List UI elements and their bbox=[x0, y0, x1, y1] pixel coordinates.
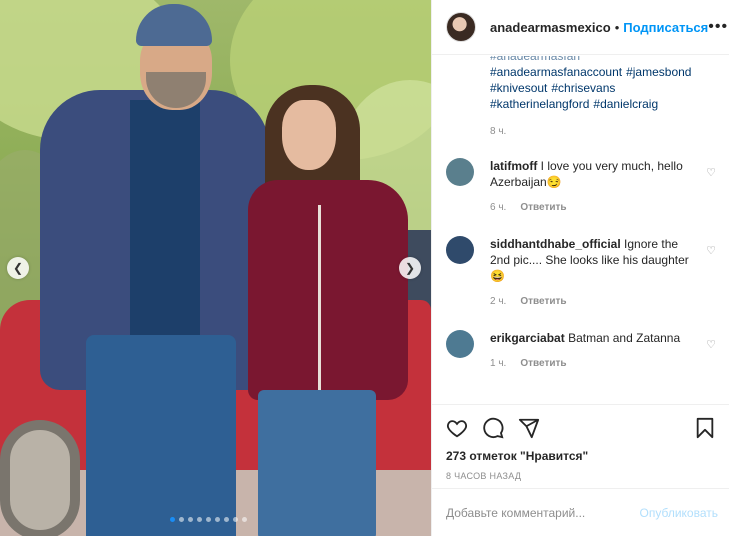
comment-time[interactable]: 1 ч. bbox=[490, 358, 506, 369]
hoodie-zipper bbox=[318, 205, 321, 390]
comment-emoji: 😏 bbox=[546, 175, 562, 189]
post-actions: 273 отметок "Нравится" 8 ЧАСОВ НАЗАД bbox=[432, 404, 729, 481]
comment-text: latifmoff I love you very much, hello Az… bbox=[490, 158, 690, 190]
post-header: anadearmasmexico • Подписаться ••• bbox=[432, 0, 729, 55]
hashtag-link[interactable]: #jamesbond bbox=[626, 65, 691, 79]
hashtag-link[interactable]: #chrisevans bbox=[551, 81, 615, 95]
post-username[interactable]: anadearmasmexico bbox=[490, 20, 611, 35]
woman-face bbox=[282, 100, 336, 170]
follow-button[interactable]: Подписаться bbox=[623, 20, 708, 35]
post-timestamp[interactable]: 8 ЧАСОВ НАЗАД bbox=[446, 471, 716, 481]
comment-time[interactable]: 2 ч. bbox=[490, 296, 506, 307]
bookmark-icon[interactable] bbox=[694, 417, 716, 439]
comment-emoji: 😆 bbox=[490, 269, 505, 283]
comment-username[interactable]: siddhantdhabe_official bbox=[490, 237, 621, 251]
action-bar bbox=[446, 413, 716, 443]
carousel-dot bbox=[206, 517, 211, 522]
comment-item: erikgarciabat Batman and Zatanna 1 ч. От… bbox=[446, 330, 722, 369]
comment-body: Batman and Zatanna bbox=[568, 331, 681, 345]
post-photo[interactable]: ❮ ❯ bbox=[0, 0, 431, 536]
caption-time[interactable]: 8 ч. bbox=[490, 126, 716, 137]
comment-username[interactable]: latifmoff bbox=[490, 159, 537, 173]
comment-username[interactable]: erikgarciabat bbox=[490, 331, 565, 345]
more-dots-icon[interactable]: ••• bbox=[708, 18, 728, 36]
truck-wheel bbox=[0, 420, 80, 536]
avatar[interactable] bbox=[446, 236, 474, 264]
comment-time[interactable]: 6 ч. bbox=[490, 202, 506, 213]
hashtag-link[interactable]: #anadearmasfanaccount bbox=[490, 65, 622, 79]
likes-count[interactable]: 273 отметок "Нравится" bbox=[446, 449, 716, 463]
separator-dot: • bbox=[614, 19, 620, 35]
hashtag-list: #anadearmasfanaccount #jamesbond #kniveso… bbox=[490, 64, 716, 112]
comment-text: siddhantdhabe_official Ignore the 2nd pi… bbox=[490, 236, 690, 284]
comment-meta: 6 ч. Ответить bbox=[490, 202, 722, 213]
woman-jeans bbox=[258, 390, 376, 536]
chevron-left-icon[interactable]: ❮ bbox=[7, 257, 29, 279]
post-panel: anadearmasmexico • Подписаться ••• #anad… bbox=[431, 0, 729, 536]
carousel-dot bbox=[197, 517, 202, 522]
avatar[interactable] bbox=[446, 158, 474, 186]
add-comment-bar: Опубликовать bbox=[432, 488, 729, 536]
avatar[interactable] bbox=[446, 330, 474, 358]
carousel-dot bbox=[179, 517, 184, 522]
carousel-dot bbox=[170, 517, 175, 522]
comment-item: siddhantdhabe_official Ignore the 2nd pi… bbox=[446, 236, 722, 307]
comment-input[interactable] bbox=[446, 505, 640, 520]
heart-icon[interactable]: ♡ bbox=[706, 166, 716, 179]
reply-button[interactable]: Ответить bbox=[520, 358, 566, 369]
caption: #anadearmasfan #anadearmasfanaccount #jam… bbox=[432, 56, 729, 137]
comment-meta: 2 ч. Ответить bbox=[490, 296, 722, 307]
comment-text: erikgarciabat Batman and Zatanna bbox=[490, 330, 690, 346]
reply-button[interactable]: Ответить bbox=[520, 202, 566, 213]
carousel-dot bbox=[224, 517, 229, 522]
avatar[interactable] bbox=[446, 12, 476, 42]
hashtag-link[interactable]: #katherinelangford bbox=[490, 97, 589, 111]
hashtag-link[interactable]: #danielcraig bbox=[593, 97, 658, 111]
carousel-dots bbox=[170, 517, 247, 522]
publish-button[interactable]: Опубликовать bbox=[640, 506, 718, 520]
heart-icon[interactable] bbox=[446, 417, 468, 439]
reply-button[interactable]: Ответить bbox=[520, 296, 566, 307]
carousel-dot bbox=[215, 517, 220, 522]
comments-list[interactable]: #anadearmasfan #anadearmasfanaccount #jam… bbox=[432, 56, 729, 404]
carousel-dot bbox=[233, 517, 238, 522]
carousel-dot bbox=[242, 517, 247, 522]
woman-hoodie bbox=[248, 180, 408, 400]
hashtag-link[interactable]: #knivesout bbox=[490, 81, 547, 95]
man-shirt bbox=[130, 100, 200, 340]
caption-truncated-line: #anadearmasfan bbox=[490, 56, 581, 63]
comment-item: latifmoff I love you very much, hello Az… bbox=[446, 158, 722, 213]
chevron-right-icon[interactable]: ❯ bbox=[399, 257, 421, 279]
heart-icon[interactable]: ♡ bbox=[706, 244, 716, 257]
heart-icon[interactable]: ♡ bbox=[706, 338, 716, 351]
comment-icon[interactable] bbox=[482, 417, 504, 439]
man-jeans bbox=[86, 335, 236, 536]
carousel-dot bbox=[188, 517, 193, 522]
comment-meta: 1 ч. Ответить bbox=[490, 358, 722, 369]
share-icon[interactable] bbox=[518, 417, 540, 439]
